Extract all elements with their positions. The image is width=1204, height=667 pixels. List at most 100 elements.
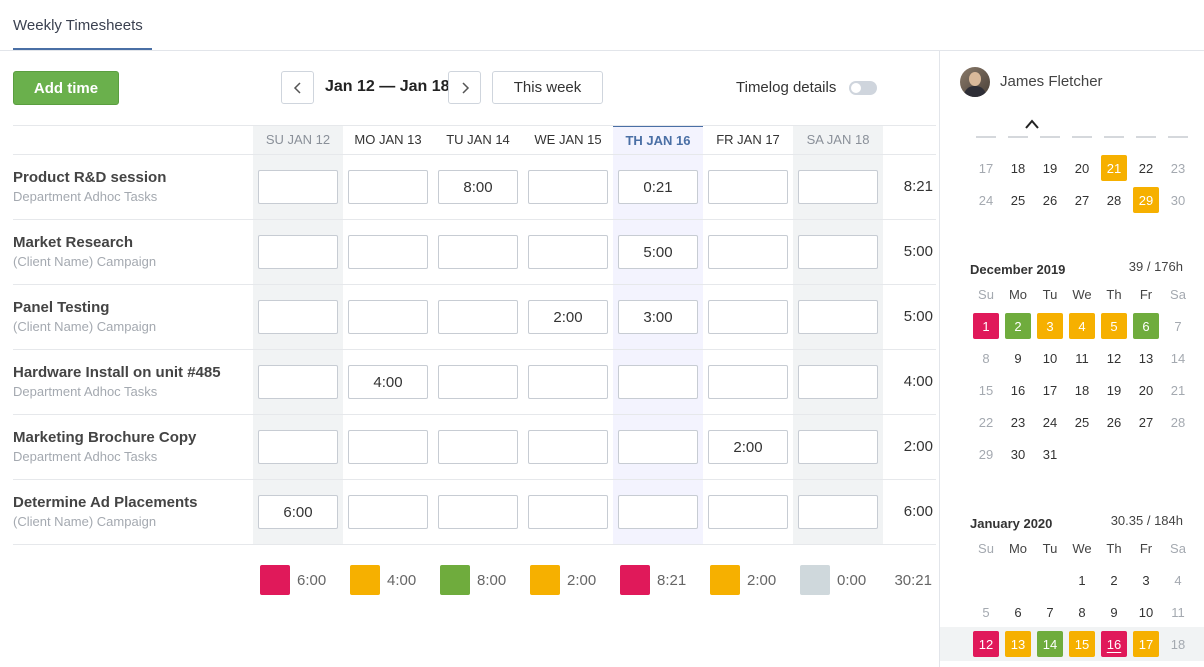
time-entry-input[interactable] — [528, 430, 608, 464]
add-time-button[interactable]: Add time — [13, 71, 119, 105]
calendar-day[interactable]: 27 — [1069, 187, 1095, 213]
next-week-button[interactable] — [448, 71, 481, 104]
calendar-day[interactable]: 19 — [1101, 377, 1127, 403]
calendar-day[interactable]: 24 — [1037, 409, 1063, 435]
time-entry-input[interactable] — [708, 495, 788, 529]
time-entry-input[interactable] — [618, 300, 698, 334]
time-entry-input[interactable] — [438, 300, 518, 334]
time-entry-input[interactable] — [798, 300, 878, 334]
calendar-day[interactable]: 1 — [973, 313, 999, 339]
time-entry-input[interactable] — [258, 495, 338, 529]
calendar-day[interactable]: 2 — [1101, 567, 1127, 593]
calendar-day[interactable]: 30 — [1005, 441, 1031, 467]
time-entry-input[interactable] — [438, 495, 518, 529]
calendar-day[interactable]: 8 — [1069, 599, 1095, 625]
calendar-day[interactable]: 17 — [1037, 377, 1063, 403]
time-entry-input[interactable] — [438, 170, 518, 204]
calendar-day[interactable]: 31 — [1037, 441, 1063, 467]
time-entry-input[interactable] — [258, 300, 338, 334]
calendar-day[interactable]: 9 — [1005, 345, 1031, 371]
calendar-day[interactable]: 7 — [1037, 599, 1063, 625]
time-entry-input[interactable] — [438, 365, 518, 399]
time-entry-input[interactable] — [708, 365, 788, 399]
calendar-day[interactable]: 21 — [1165, 377, 1191, 403]
calendar-day[interactable]: 11 — [1069, 345, 1095, 371]
calendar-day[interactable]: 13 — [1005, 631, 1031, 657]
calendar-day[interactable]: 5 — [1101, 313, 1127, 339]
calendar-day[interactable]: 19 — [1037, 155, 1063, 181]
calendar-day[interactable]: 18 — [1005, 155, 1031, 181]
calendar-day[interactable]: 23 — [1165, 155, 1191, 181]
calendar-day[interactable]: 18 — [1165, 631, 1191, 657]
calendar-day[interactable]: 26 — [1037, 187, 1063, 213]
calendar-day[interactable]: 26 — [1101, 409, 1127, 435]
calendar-day[interactable]: 29 — [973, 441, 999, 467]
time-entry-input[interactable] — [798, 495, 878, 529]
time-entry-input[interactable] — [438, 235, 518, 269]
calendar-day[interactable]: 4 — [1069, 313, 1095, 339]
calendar-day[interactable]: 14 — [1165, 345, 1191, 371]
calendar-day[interactable]: 22 — [973, 409, 999, 435]
calendar-day[interactable]: 14 — [1037, 631, 1063, 657]
time-entry-input[interactable] — [528, 365, 608, 399]
time-entry-input[interactable] — [348, 495, 428, 529]
calendar-day[interactable]: 22 — [1133, 155, 1159, 181]
calendar-day[interactable]: 25 — [1005, 187, 1031, 213]
calendar-day[interactable]: 5 — [973, 599, 999, 625]
time-entry-input[interactable] — [708, 170, 788, 204]
calendar-day[interactable]: 3 — [1133, 567, 1159, 593]
calendar-day[interactable]: 17 — [1133, 631, 1159, 657]
calendar-day[interactable]: 12 — [1101, 345, 1127, 371]
calendar-day[interactable]: 6 — [1005, 599, 1031, 625]
calendar-day[interactable]: 18 — [1069, 377, 1095, 403]
time-entry-input[interactable] — [528, 300, 608, 334]
time-entry-input[interactable] — [618, 170, 698, 204]
calendar-day[interactable]: 28 — [1101, 187, 1127, 213]
time-entry-input[interactable] — [618, 365, 698, 399]
calendar-day[interactable]: 23 — [1005, 409, 1031, 435]
calendar-day[interactable]: 20 — [1133, 377, 1159, 403]
calendar-day[interactable]: 21 — [1101, 155, 1127, 181]
calendar-day[interactable]: 6 — [1133, 313, 1159, 339]
calendar-day[interactable]: 15 — [1069, 631, 1095, 657]
time-entry-input[interactable] — [708, 235, 788, 269]
time-entry-input[interactable] — [258, 430, 338, 464]
timelog-details-toggle[interactable] — [849, 81, 877, 95]
calendar-day[interactable]: 11 — [1165, 599, 1191, 625]
calendar-day[interactable]: 27 — [1133, 409, 1159, 435]
calendar-day[interactable]: 30 — [1165, 187, 1191, 213]
time-entry-input[interactable] — [348, 430, 428, 464]
time-entry-input[interactable] — [618, 495, 698, 529]
calendar-day[interactable]: 15 — [973, 377, 999, 403]
calendar-day[interactable]: 4 — [1165, 567, 1191, 593]
calendar-day[interactable]: 25 — [1069, 409, 1095, 435]
calendar-day[interactable]: 16 — [1005, 377, 1031, 403]
this-week-button[interactable]: This week — [492, 71, 603, 104]
time-entry-input[interactable] — [348, 170, 428, 204]
time-entry-input[interactable] — [618, 430, 698, 464]
time-entry-input[interactable] — [348, 300, 428, 334]
calendar-day[interactable]: 3 — [1037, 313, 1063, 339]
calendar-day[interactable]: 7 — [1165, 313, 1191, 339]
avatar[interactable] — [960, 67, 990, 97]
time-entry-input[interactable] — [258, 365, 338, 399]
time-entry-input[interactable] — [438, 430, 518, 464]
time-entry-input[interactable] — [708, 430, 788, 464]
calendar-day[interactable]: 13 — [1133, 345, 1159, 371]
time-entry-input[interactable] — [528, 235, 608, 269]
calendar-day[interactable]: 2 — [1005, 313, 1031, 339]
time-entry-input[interactable] — [348, 235, 428, 269]
time-entry-input[interactable] — [708, 300, 788, 334]
time-entry-input[interactable] — [528, 495, 608, 529]
time-entry-input[interactable] — [618, 235, 698, 269]
time-entry-input[interactable] — [258, 235, 338, 269]
time-entry-input[interactable] — [798, 170, 878, 204]
time-entry-input[interactable] — [258, 170, 338, 204]
calendar-day[interactable]: 12 — [973, 631, 999, 657]
calendar-day[interactable]: 17 — [973, 155, 999, 181]
calendar-day[interactable]: 10 — [1037, 345, 1063, 371]
time-entry-input[interactable] — [528, 170, 608, 204]
calendar-day[interactable]: 10 — [1133, 599, 1159, 625]
calendar-day[interactable]: 28 — [1165, 409, 1191, 435]
time-entry-input[interactable] — [798, 365, 878, 399]
